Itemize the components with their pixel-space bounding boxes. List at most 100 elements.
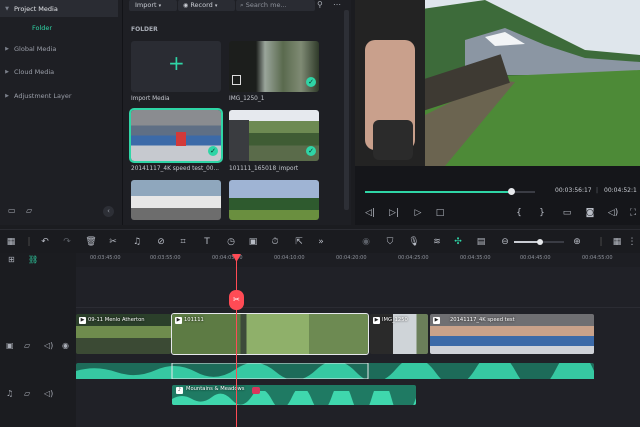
freeze-icon[interactable]: ▣: [246, 235, 260, 249]
eye-icon[interactable]: ◉: [62, 341, 69, 350]
search-placeholder: Search me...: [245, 1, 287, 9]
playback-scrubber[interactable]: [508, 188, 516, 195]
search-input[interactable]: ⌕ Search me...: [236, 0, 315, 11]
step-back-icon[interactable]: ◁|: [363, 206, 377, 220]
play-icon: ▶: [79, 317, 86, 324]
more-tools-icon[interactable]: »: [314, 235, 328, 249]
video-clip-title: 101111: [184, 317, 204, 323]
current-time: 00:03:56:17: [555, 187, 592, 194]
cut-icon[interactable]: ✂: [106, 235, 120, 249]
split-scissors-icon[interactable]: ✂: [229, 290, 244, 310]
expand-triangle-icon: ▶: [5, 92, 9, 99]
video-clip[interactable]: ▶ 09-11 Menlo Atherton: [76, 314, 171, 354]
toolbar-divider: |: [599, 237, 603, 247]
video-clip[interactable]: ▶ 20141117_4K speed test: [430, 314, 594, 354]
audio-waveform: [172, 391, 416, 405]
play-frame-icon[interactable]: ▷|: [387, 206, 401, 220]
sidebar-item-label: Folder: [32, 23, 53, 32]
ai-icon[interactable]: ▤: [474, 235, 488, 249]
export-icon[interactable]: ⇱: [292, 235, 306, 249]
record-label: Record: [190, 1, 213, 9]
folder-icon[interactable]: ▱: [24, 389, 30, 398]
expand-triangle-icon: ▼: [5, 5, 9, 12]
total-time: 00:04:52:1: [604, 187, 637, 194]
link-icon[interactable]: ⊘: [154, 235, 168, 249]
layout-icon[interactable]: ▦: [4, 235, 18, 249]
grid-view-icon[interactable]: ▦: [610, 235, 624, 249]
ruler-tick-label: 00:03:45:00: [90, 255, 121, 261]
sidebar-item-label: Cloud Media: [14, 67, 55, 76]
media-thumbnail[interactable]: ✓: [229, 41, 319, 92]
media-thumbnail[interactable]: [229, 180, 319, 220]
volume-icon[interactable]: ◁): [606, 206, 620, 220]
zoom-slider-knob[interactable]: [537, 239, 543, 245]
snapshot-icon[interactable]: ◙: [583, 206, 597, 220]
speed-icon[interactable]: ◷: [224, 235, 238, 249]
sidebar-item-cloud-media[interactable]: ▶ Cloud Media: [0, 63, 118, 80]
text-icon[interactable]: T: [200, 235, 214, 249]
check-icon: ✓: [306, 146, 316, 156]
undo-icon[interactable]: ↶: [38, 235, 52, 249]
mute-icon[interactable]: ◁): [44, 389, 53, 398]
media-thumbnail-selected[interactable]: ✓: [129, 108, 223, 163]
folder-icon[interactable]: ▱: [26, 206, 32, 215]
media-clip-name: 101111_165018_import: [229, 166, 299, 172]
video-clip-title: 20141117_4K speed test: [450, 317, 515, 323]
mark-in-icon[interactable]: {: [512, 206, 526, 220]
media-thumbnail[interactable]: ✓: [229, 110, 319, 161]
sidebar-item-adjustment-layer[interactable]: ▶ Adjustment Layer: [0, 87, 118, 104]
sidebar-item-global-media[interactable]: ▶ Global Media: [0, 40, 118, 57]
link-tracks-icon[interactable]: ⛓: [28, 255, 38, 264]
voiceover-icon[interactable]: ≋: [430, 235, 444, 249]
zoom-in-icon[interactable]: ⊕: [570, 235, 584, 249]
zoom-out-icon[interactable]: ⊖: [498, 235, 512, 249]
marker-icon[interactable]: ⛉: [383, 235, 397, 249]
crop-icon[interactable]: ⌗: [176, 235, 190, 249]
zoom-slider[interactable]: [514, 239, 564, 245]
fullscreen-icon[interactable]: ⛶: [626, 206, 640, 220]
project-media-sidebar: ▼ Project Media Folder ▶ Global Media ▶ …: [0, 0, 123, 225]
video-clip[interactable]: ▶ IMG_1250: [370, 314, 428, 354]
media-scrollbar[interactable]: [344, 10, 349, 210]
media-thumbnail[interactable]: [131, 180, 221, 220]
preview-viewer: [355, 0, 640, 166]
playback-track[interactable]: [365, 188, 535, 195]
expand-triangle-icon: ▶: [5, 68, 9, 75]
sidebar-item-project-media[interactable]: ▼ Project Media: [0, 0, 118, 17]
mark-out-icon[interactable]: }: [535, 206, 549, 220]
add-track-icon[interactable]: ⊞: [8, 255, 15, 264]
player-controls: 00:03:56:17 | 00:04:52:1 ◁| ▷| ▷ □ { } ▭…: [355, 166, 640, 225]
folder-icon[interactable]: ▱: [24, 341, 30, 350]
import-button[interactable]: Import ▾: [129, 0, 177, 11]
collapse-panel-icon[interactable]: ‹: [103, 206, 114, 217]
video-clip-title: 09-11 Menlo Atherton: [88, 317, 145, 323]
playhead-line[interactable]: [236, 256, 237, 427]
stop-icon[interactable]: □: [433, 206, 447, 220]
record-button[interactable]: ◉ Record ▾: [178, 0, 235, 11]
new-folder-icon[interactable]: ▭: [8, 206, 16, 215]
sidebar-item-label: Adjustment Layer: [14, 91, 72, 100]
play-icon: ▶: [373, 317, 380, 324]
video-clip-selected[interactable]: ▶ 101111: [171, 313, 369, 355]
audio-icon[interactable]: ♫: [130, 235, 144, 249]
import-media-tile[interactable]: +: [131, 41, 221, 92]
audio-clip[interactable]: ♪ Mountains & Meadows: [172, 385, 416, 405]
sidebar-item-folder[interactable]: Folder: [20, 19, 118, 36]
mute-icon[interactable]: ◁): [44, 341, 53, 350]
more-icon[interactable]: ⋯: [333, 0, 341, 9]
delete-icon[interactable]: 🗑: [84, 235, 98, 249]
timer-icon[interactable]: ⏱: [268, 235, 282, 249]
microphone-icon[interactable]: 🎙: [407, 235, 421, 249]
import-label: Import: [135, 1, 157, 9]
play-icon[interactable]: ▷: [411, 206, 425, 220]
display-icon[interactable]: ▭: [560, 206, 574, 220]
more-icon[interactable]: ⋮: [625, 235, 639, 249]
render-icon[interactable]: ◉: [359, 235, 373, 249]
video-icon: [232, 75, 241, 85]
snap-icon[interactable]: ✣: [451, 235, 465, 249]
beat-marker-icon: [252, 387, 260, 394]
video-track-icon: ▣: [6, 341, 14, 350]
filter-icon[interactable]: ⚲: [317, 0, 323, 9]
timeline-ruler[interactable]: 00:03:45:00 00:03:55:00 00:04:05:00 00:0…: [76, 253, 640, 267]
redo-icon[interactable]: ↷: [60, 235, 74, 249]
